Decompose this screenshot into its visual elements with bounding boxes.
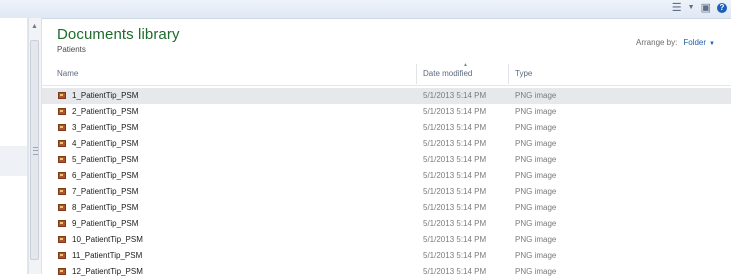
file-type: PNG image [515, 251, 557, 260]
chevron-down-icon: ▼ [709, 41, 715, 47]
column-header-type[interactable]: Type [515, 69, 532, 78]
toolbar-icons: ☰ ▼ ▣ ? [672, 2, 727, 14]
file-name: 4_PatientTip_PSM [72, 139, 139, 148]
file-row[interactable]: 7_PatientTip_PSM 5/1/2013 5:14 PM PNG imag… [42, 184, 731, 200]
file-name: 2_PatientTip_PSM [72, 107, 139, 116]
scrollbar-thumb[interactable] [30, 40, 39, 260]
file-date-modified: 5/1/2013 5:14 PM [423, 187, 487, 196]
file-date-modified: 5/1/2013 5:14 PM [423, 203, 487, 212]
file-row[interactable]: 11_PatientTip_PSM 5/1/2013 5:14 PM PNG ima… [42, 248, 731, 264]
file-date-modified: 5/1/2013 5:14 PM [423, 171, 487, 180]
png-file-icon [58, 236, 66, 243]
column-divider[interactable] [508, 64, 509, 84]
file-type: PNG image [515, 203, 557, 212]
column-divider[interactable] [416, 64, 417, 84]
file-type: PNG image [515, 267, 557, 276]
file-type: PNG image [515, 219, 557, 228]
file-name: 5_PatientTip_PSM [72, 155, 139, 164]
file-date-modified: 5/1/2013 5:14 PM [423, 235, 487, 244]
command-bar: ☰ ▼ ▣ ? [0, 0, 731, 19]
png-file-icon [58, 172, 66, 179]
file-date-modified: 5/1/2013 5:14 PM [423, 155, 487, 164]
library-title: Documents library [57, 26, 180, 43]
navigation-selected-item[interactable] [0, 146, 27, 176]
file-name: 11_PatientTip_PSM [72, 251, 143, 260]
file-row[interactable]: 5_PatientTip_PSM 5/1/2013 5:14 PM PNG imag… [42, 152, 731, 168]
file-row[interactable]: 10_PatientTip_PSM 5/1/2013 5:14 PM PNG ima… [42, 232, 731, 248]
scroll-up-arrow-icon[interactable]: ▲ [31, 23, 38, 30]
png-file-icon [58, 188, 66, 195]
png-file-icon [58, 92, 66, 99]
file-name: 8_PatientTip_PSM [72, 203, 139, 212]
file-type: PNG image [515, 155, 557, 164]
file-type: PNG image [515, 139, 557, 148]
file-type: PNG image [515, 235, 557, 244]
scrollbar-grip-icon [33, 147, 38, 155]
navigation-scrollbar[interactable]: ▲ [28, 18, 42, 274]
png-file-icon [58, 140, 66, 147]
file-name: 9_PatientTip_PSM [72, 219, 139, 228]
file-date-modified: 5/1/2013 5:14 PM [423, 139, 487, 148]
file-name: 7_PatientTip_PSM [72, 187, 139, 196]
file-row[interactable]: 9_PatientTip_PSM 5/1/2013 5:14 PM PNG imag… [42, 216, 731, 232]
file-name: 10_PatientTip_PSM [72, 235, 143, 244]
file-type: PNG image [515, 171, 557, 180]
png-file-icon [58, 108, 66, 115]
arrange-by-label: Arrange by: [636, 38, 678, 47]
file-name: 6_PatientTip_PSM [72, 171, 139, 180]
file-date-modified: 5/1/2013 5:14 PM [423, 123, 487, 132]
column-header-date-modified[interactable]: Date modified [423, 69, 472, 78]
png-file-icon [58, 204, 66, 211]
file-row[interactable]: 4_PatientTip_PSM 5/1/2013 5:14 PM PNG imag… [42, 136, 731, 152]
png-file-icon [58, 220, 66, 227]
file-date-modified: 5/1/2013 5:14 PM [423, 107, 487, 116]
file-row[interactable]: 1_PatientTip_PSM 5/1/2013 5:14 PM PNG imag… [42, 88, 731, 104]
png-file-icon [58, 156, 66, 163]
file-date-modified: 5/1/2013 5:14 PM [423, 251, 487, 260]
sort-indicator-icon: ▲ [463, 62, 468, 68]
file-type: PNG image [515, 123, 557, 132]
file-type: PNG image [515, 187, 557, 196]
file-row[interactable]: 3_PatientTip_PSM 5/1/2013 5:14 PM PNG imag… [42, 120, 731, 136]
arrange-by-dropdown[interactable]: Folder ▼ [683, 38, 715, 47]
library-subtitle: Patients [57, 45, 86, 54]
file-row[interactable]: 8_PatientTip_PSM 5/1/2013 5:14 PM PNG imag… [42, 200, 731, 216]
png-file-icon [58, 252, 66, 259]
file-name: 1_PatientTip_PSM [72, 91, 139, 100]
file-list: 1_PatientTip_PSM 5/1/2013 5:14 PM PNG imag… [42, 88, 731, 280]
png-file-icon [58, 124, 66, 131]
file-type: PNG image [515, 107, 557, 116]
help-icon[interactable]: ? [717, 3, 727, 13]
file-name: 12_PatientTip_PSM [72, 267, 143, 276]
file-type: PNG image [515, 91, 557, 100]
file-name: 3_PatientTip_PSM [72, 123, 139, 132]
file-row[interactable]: 12_PatientTip_PSM 5/1/2013 5:14 PM PNG ima… [42, 264, 731, 280]
column-headers: Name ▲ Date modified Type [42, 61, 731, 86]
file-row[interactable]: 6_PatientTip_PSM 5/1/2013 5:14 PM PNG imag… [42, 168, 731, 184]
file-date-modified: 5/1/2013 5:14 PM [423, 91, 487, 100]
file-date-modified: 5/1/2013 5:14 PM [423, 219, 487, 228]
file-date-modified: 5/1/2013 5:14 PM [423, 267, 487, 276]
column-header-name[interactable]: Name [57, 69, 78, 78]
arrange-by-value: Folder [683, 38, 707, 47]
views-icon[interactable]: ☰ [672, 2, 682, 14]
navigation-pane[interactable] [0, 18, 28, 274]
arrange-by: Arrange by: Folder ▼ [636, 38, 715, 47]
views-dropdown-icon[interactable]: ▼ [688, 2, 695, 14]
file-row[interactable]: 2_PatientTip_PSM 5/1/2013 5:14 PM PNG imag… [42, 104, 731, 120]
preview-pane-icon[interactable]: ▣ [701, 2, 711, 14]
